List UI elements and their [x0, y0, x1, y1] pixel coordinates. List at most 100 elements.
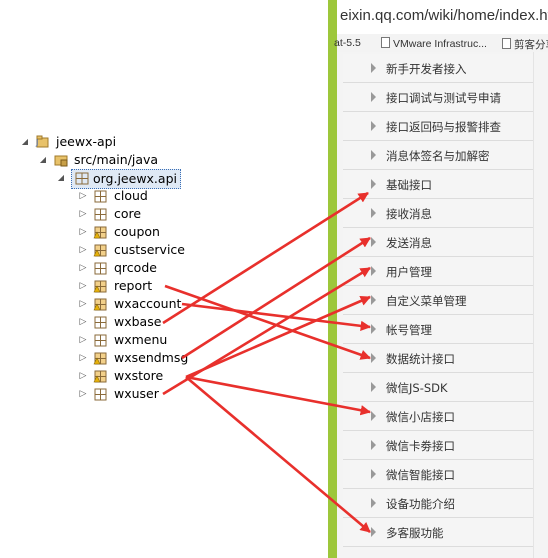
- menu-item[interactable]: 微信智能接口: [343, 460, 534, 489]
- collapse-triangle-icon[interactable]: ◢: [56, 169, 66, 187]
- package-icon: [93, 370, 107, 383]
- menu-item[interactable]: 新手开发者接入: [343, 54, 534, 83]
- package-icon: [94, 190, 107, 203]
- menu-arrow-icon: [371, 121, 376, 131]
- menu-item-label: 微信智能接口: [386, 468, 455, 482]
- bookmark-3[interactable]: 剪客分享: [502, 37, 548, 52]
- package-icon: [94, 316, 107, 329]
- package-label: wxbase: [114, 314, 162, 329]
- expand-triangle-icon[interactable]: ▷: [78, 205, 88, 223]
- expand-triangle-icon[interactable]: ▷: [78, 223, 88, 241]
- menu-item[interactable]: 接口调试与测试号申请: [343, 83, 534, 112]
- menu-item-label: 消息体签名与加解密: [386, 149, 490, 163]
- bookmark-2[interactable]: VMware Infrastruc...: [381, 37, 487, 50]
- package-icon: [93, 226, 107, 239]
- menu-arrow-icon: [371, 382, 376, 392]
- package-label: coupon: [114, 224, 160, 239]
- menu-item-label: 微信JS-SDK: [386, 381, 448, 395]
- menu-item-label: 微信卡劵接口: [386, 439, 455, 453]
- menu-item-label: 发送消息: [386, 236, 432, 250]
- menu-item[interactable]: 自定义菜单管理: [343, 286, 534, 315]
- menu-arrow-icon: [371, 208, 376, 218]
- bookmark-1[interactable]: at-5.5: [334, 37, 361, 49]
- project-icon: J: [35, 135, 49, 148]
- menu-item[interactable]: 数据统计接口: [343, 344, 534, 373]
- menu-arrow-icon: [371, 266, 376, 276]
- package-icon: [93, 352, 107, 365]
- menu-arrow-icon: [371, 237, 376, 247]
- expand-triangle-icon[interactable]: ▷: [78, 295, 88, 313]
- menu-arrow-icon: [371, 411, 376, 421]
- menu-item[interactable]: 接收消息: [343, 199, 534, 228]
- package-icon: [93, 298, 107, 311]
- source-folder-label: src/main/java: [74, 152, 159, 167]
- url-text[interactable]: eixin.qq.com/wiki/home/index.htm: [340, 7, 548, 24]
- menu-item-label: 接收消息: [386, 207, 432, 221]
- menu-arrow-icon: [371, 295, 376, 305]
- expand-triangle-icon[interactable]: ▷: [78, 259, 88, 277]
- bookmarks-bar: at-5.5 VMware Infrastruc... 剪客分享: [334, 34, 548, 53]
- menu-item-label: 自定义菜单管理: [386, 294, 467, 308]
- page-icon: [381, 37, 390, 48]
- package-icon: [93, 244, 107, 257]
- menu-item[interactable]: 接口返回码与报警排查: [343, 112, 534, 141]
- menu-item[interactable]: 设备功能介绍: [343, 489, 534, 518]
- package-label: core: [114, 206, 142, 221]
- expand-triangle-icon[interactable]: ▷: [78, 241, 88, 259]
- expand-triangle-icon[interactable]: ▷: [78, 313, 88, 331]
- package-icon: [94, 262, 107, 275]
- menu-arrow-icon: [371, 179, 376, 189]
- menu-arrow-icon: [371, 92, 376, 102]
- package-icon: [75, 172, 89, 185]
- package-label: wxuser: [114, 386, 159, 401]
- browser-window: eixin.qq.com/wiki/home/index.htm at-5.5 …: [328, 0, 548, 558]
- menu-item-label: 微信小店接口: [386, 410, 455, 424]
- package-explorer: ◢ J jeewx-api ◢ src/main/java ◢ org.jeew…: [17, 133, 232, 408]
- menu-item-label: 接口调试与测试号申请: [386, 91, 501, 105]
- menu-item-label: 接口返回码与报警排查: [386, 120, 501, 134]
- package-label: wxstore: [114, 368, 164, 383]
- package-label: wxaccount: [114, 296, 182, 311]
- menu-item-label: 设备功能介绍: [386, 497, 455, 511]
- package-label: qrcode: [114, 260, 157, 275]
- package-icon: [93, 280, 107, 293]
- wiki-menu: 新手开发者接入接口调试与测试号申请 接口返回码与报警排查 消息体签名与加解密 基础接口…: [337, 52, 548, 558]
- source-folder-icon: [54, 155, 68, 167]
- menu-item[interactable]: 基础接口: [343, 170, 534, 199]
- address-bar[interactable]: eixin.qq.com/wiki/home/index.htm: [337, 0, 548, 35]
- package-icon: [94, 334, 107, 347]
- menu-arrow-icon: [371, 469, 376, 479]
- expand-triangle-icon[interactable]: ▷: [78, 277, 88, 295]
- menu-item[interactable]: 微信JS-SDK: [343, 373, 534, 402]
- expand-triangle-icon[interactable]: ▷: [78, 187, 88, 205]
- menu-item-label: 新手开发者接入: [386, 62, 467, 76]
- svg-text:J: J: [35, 138, 38, 147]
- package-label: wxmenu: [114, 332, 168, 347]
- menu-item[interactable]: 发送消息: [343, 228, 534, 257]
- project-label: jeewx-api: [56, 134, 117, 149]
- package-label: wxsendmsg: [114, 350, 189, 365]
- menu-item[interactable]: 消息体签名与加解密: [343, 141, 534, 170]
- package-label-selected: org.jeewx.api: [71, 169, 181, 189]
- menu-arrow-icon: [371, 324, 376, 334]
- collapse-triangle-icon[interactable]: ◢: [20, 133, 30, 151]
- menu-arrow-icon: [371, 440, 376, 450]
- menu-item[interactable]: 多客服功能: [343, 518, 534, 547]
- expand-triangle-icon[interactable]: ▷: [78, 367, 88, 385]
- menu-item[interactable]: 帐号管理: [343, 315, 534, 344]
- expand-triangle-icon[interactable]: ▷: [78, 349, 88, 367]
- expand-triangle-icon[interactable]: ▷: [78, 331, 88, 349]
- menu-arrow-icon: [371, 63, 376, 73]
- menu-item-label: 基础接口: [386, 178, 432, 192]
- menu-item[interactable]: 用户管理: [343, 257, 534, 286]
- package-label: custservice: [114, 242, 185, 257]
- package-icon: [94, 388, 107, 401]
- menu-arrow-icon: [371, 527, 376, 537]
- menu-item[interactable]: 微信小店接口: [343, 402, 534, 431]
- package-name: org.jeewx.api: [92, 171, 177, 186]
- menu-item[interactable]: 微信卡劵接口: [343, 431, 534, 460]
- page-icon: [502, 38, 511, 49]
- collapse-triangle-icon[interactable]: ◢: [38, 151, 48, 169]
- expand-triangle-icon[interactable]: ▷: [78, 385, 88, 403]
- menu-arrow-icon: [371, 498, 376, 508]
